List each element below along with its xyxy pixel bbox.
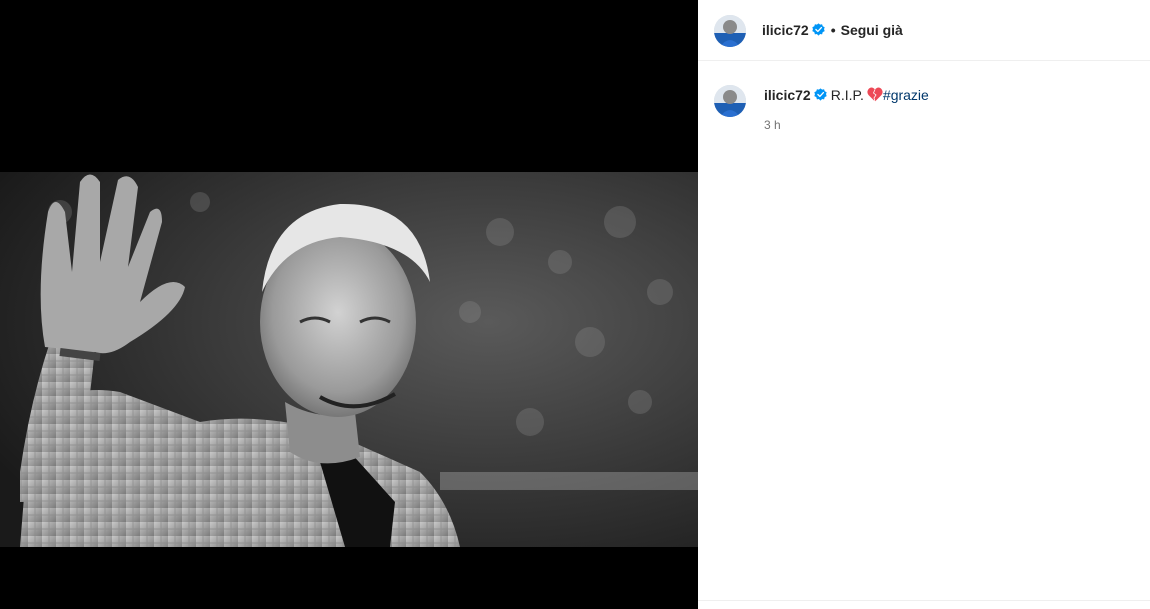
verified-badge-icon (814, 88, 827, 101)
divider (698, 600, 1150, 601)
caption-author-username[interactable]: ilicic72 (764, 87, 811, 103)
avatar[interactable] (714, 15, 746, 47)
caption: ilicic72 R.I.P. #grazie (764, 86, 1134, 104)
caption-avatar[interactable] (714, 85, 746, 117)
media-panel (0, 0, 698, 609)
post-details-panel: ilicic72 • Segui già ilicic72 R.I.P. #grazie… (698, 0, 1150, 609)
photo-illustration (0, 172, 698, 547)
header-row: ilicic72 • Segui già (762, 21, 903, 39)
avatar-image (714, 15, 746, 47)
post-timestamp[interactable]: 3 h (764, 118, 781, 132)
follow-status-button[interactable]: Segui già (841, 22, 903, 38)
separator-dot: • (830, 22, 836, 38)
post-view: ilicic72 • Segui già ilicic72 R.I.P. #grazie… (0, 0, 1150, 609)
broken-heart-icon (867, 87, 883, 102)
avatar-image (714, 85, 746, 117)
verified-badge-icon (812, 23, 825, 36)
author-username[interactable]: ilicic72 (762, 22, 809, 38)
post-photo[interactable] (0, 172, 698, 547)
post-header: ilicic72 • Segui già (698, 0, 1150, 61)
hashtag-link[interactable]: #grazie (883, 87, 929, 103)
caption-text: R.I.P. (830, 87, 864, 103)
